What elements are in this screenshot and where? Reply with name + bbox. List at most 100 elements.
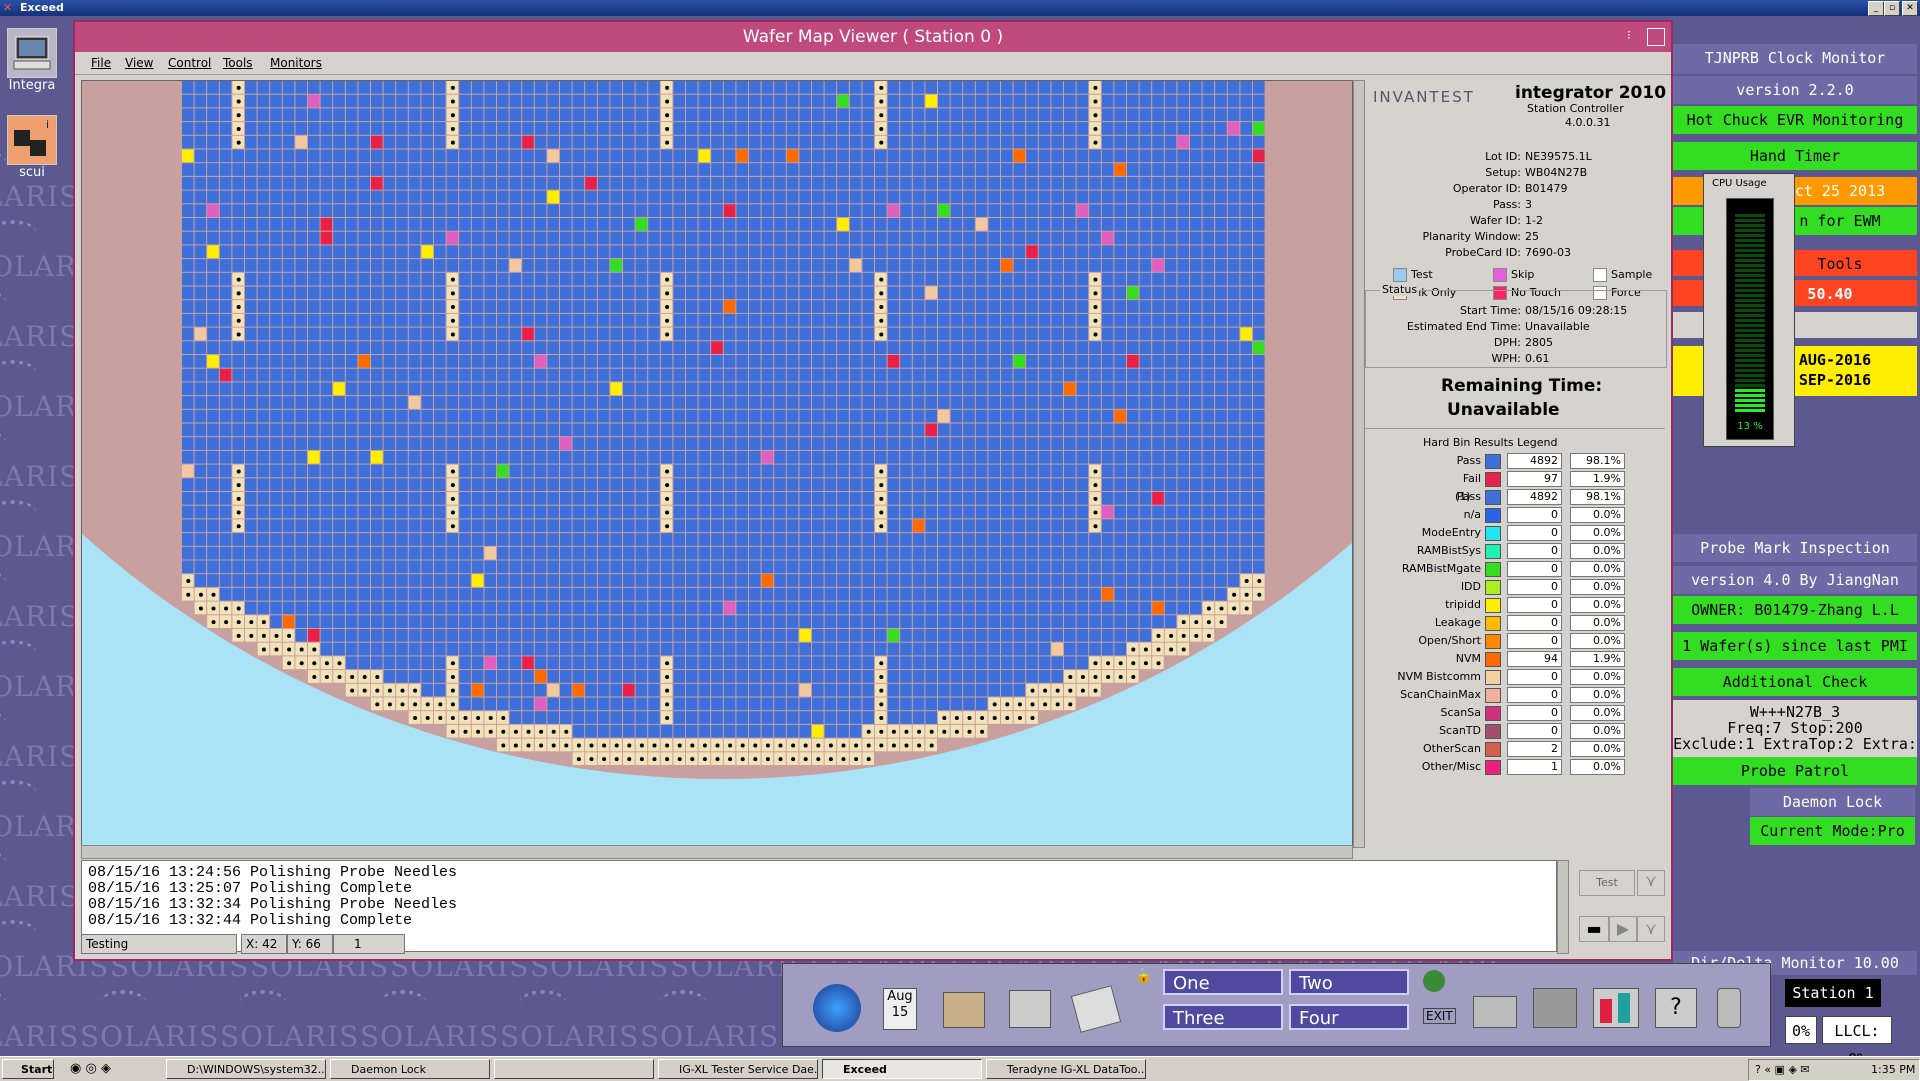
wafer-die [446, 382, 459, 396]
wafer-die [648, 355, 660, 368]
wafer-die [547, 409, 559, 423]
wafer-die [623, 670, 635, 683]
wafer-die [938, 135, 950, 149]
help-manager-icon[interactable]: ? [1655, 988, 1697, 1028]
window-menu-icon[interactable]: ⁝ [1627, 28, 1631, 42]
wafer-map-vertical-scrollbar[interactable] [1353, 80, 1365, 848]
cpu-bar-segment [1735, 254, 1765, 257]
start-button[interactable]: Start [2, 1059, 54, 1079]
wafer-die [522, 313, 534, 327]
taskbar-item-exceed[interactable]: Exceed [822, 1059, 982, 1079]
wafer-die [597, 670, 610, 683]
window-maximize-button[interactable] [1647, 28, 1665, 46]
application-manager-icon[interactable] [1593, 988, 1639, 1028]
wafer-die [686, 313, 698, 327]
workspace-two[interactable]: Two [1289, 969, 1409, 995]
wafer-die [774, 670, 786, 683]
wafer-die [849, 108, 862, 122]
wafer-die [711, 94, 723, 108]
quick-launch-icons[interactable]: ◉ ◎ ◈ [70, 1061, 111, 1076]
wafer-die [925, 231, 937, 245]
wafer-die [282, 94, 295, 108]
exit-button[interactable]: EXIT [1423, 1008, 1456, 1024]
taskbar-item-daemon-lock[interactable]: Daemon Lock [330, 1059, 490, 1079]
wafer-die [925, 464, 937, 478]
wafer-die [761, 163, 774, 176]
wafer-die [975, 519, 988, 533]
wafer-die [723, 176, 736, 190]
style-manager-icon[interactable] [1533, 988, 1577, 1028]
wafer-die [207, 505, 219, 519]
wafer-die [383, 272, 396, 286]
file-manager-icon[interactable] [943, 992, 985, 1028]
lock-icon[interactable]: 🔒 [1135, 968, 1152, 984]
additional-check-button[interactable]: Additional Check [1673, 668, 1917, 696]
log-scrollbar[interactable] [1557, 860, 1569, 954]
status-x: X: 42 [241, 934, 287, 954]
wafer-die [988, 615, 1000, 628]
wafer-map-horizontal-scrollbar[interactable] [81, 845, 1353, 859]
ink-dot [236, 510, 241, 515]
llcl-field: LLCL: 0% [1822, 1016, 1892, 1068]
wafer-map[interactable] [81, 80, 1353, 848]
wafer-die [484, 587, 496, 601]
wallpaper-sun-icon [0, 290, 6, 314]
next-button[interactable]: ⋎ [1637, 916, 1665, 942]
wafer-die [623, 505, 635, 519]
taskbar-item-blank[interactable] [494, 1059, 654, 1079]
menu-tools[interactable]: Tools [223, 56, 253, 70]
wafer-die [232, 176, 244, 190]
wafer-die [1114, 464, 1126, 478]
step-icon[interactable]: ⋎ [1637, 870, 1665, 896]
tray-icons[interactable]: ? « ▣ ◈ ✉ [1755, 1063, 1810, 1076]
taskbar-item-datatool[interactable]: Teradyne IG-XL DataToo... [986, 1059, 1146, 1079]
wafer-die [635, 533, 648, 546]
wafer-die [547, 355, 559, 368]
test-button[interactable]: Test [1579, 870, 1635, 896]
wafer-die [585, 190, 597, 204]
menu-control[interactable]: Control [168, 56, 211, 70]
workspace-four[interactable]: Four [1289, 1004, 1409, 1030]
menu-monitors[interactable]: Monitors [270, 56, 322, 70]
text-editor-icon[interactable] [1009, 990, 1051, 1028]
taskbar-item-igxl-service[interactable]: IG-XL Tester Service Dae... [658, 1059, 818, 1079]
workspace-globe-icon[interactable] [1423, 970, 1445, 992]
wafer-die [459, 341, 471, 354]
wafer-die [698, 464, 711, 478]
wafer-die [333, 560, 345, 574]
globe-icon[interactable] [813, 984, 861, 1032]
hand-timer-button[interactable]: Hand Timer [1673, 142, 1917, 170]
menu-file[interactable]: File [91, 56, 111, 70]
ink-dot [954, 729, 959, 734]
stop-button[interactable]: ▬ [1579, 916, 1609, 942]
mailer-icon[interactable] [1070, 985, 1122, 1033]
wafer-die [320, 423, 333, 437]
wafer-die [1227, 163, 1240, 176]
ink-dot [413, 688, 418, 693]
taskbar-item-cmd[interactable]: D:\WINDOWS\system32... [166, 1059, 326, 1079]
wafer-die [938, 272, 950, 286]
play-button[interactable]: ▶ [1609, 916, 1637, 942]
menu-view[interactable]: View [125, 56, 153, 70]
hot-chuck-button[interactable]: Hot Chuck EVR Monitoring [1673, 106, 1917, 134]
wafer-die [345, 231, 358, 245]
wafer-map-canvas[interactable] [82, 81, 1352, 847]
wafer-die [736, 697, 748, 711]
printer-icon[interactable] [1473, 996, 1517, 1028]
wafer-die [963, 163, 975, 176]
desktop-icon-scui[interactable]: i scui [4, 115, 60, 180]
wafer-die [786, 286, 799, 300]
desktop-icon-integra[interactable]: Integra [4, 28, 60, 93]
trash-icon[interactable] [1717, 988, 1741, 1028]
wafer-die [1064, 204, 1076, 217]
wafer-die [459, 355, 471, 368]
probe-patrol-button[interactable]: Probe Patrol [1673, 757, 1917, 785]
wafer-die [723, 560, 736, 574]
wafer-die [1139, 286, 1152, 300]
wafer-die [711, 108, 723, 122]
wafer-die [484, 574, 496, 587]
wafer-die [1215, 382, 1227, 396]
calendar-icon[interactable]: Aug 15 [883, 988, 917, 1030]
workspace-three[interactable]: Three [1163, 1004, 1283, 1030]
workspace-one[interactable]: One [1163, 969, 1283, 995]
